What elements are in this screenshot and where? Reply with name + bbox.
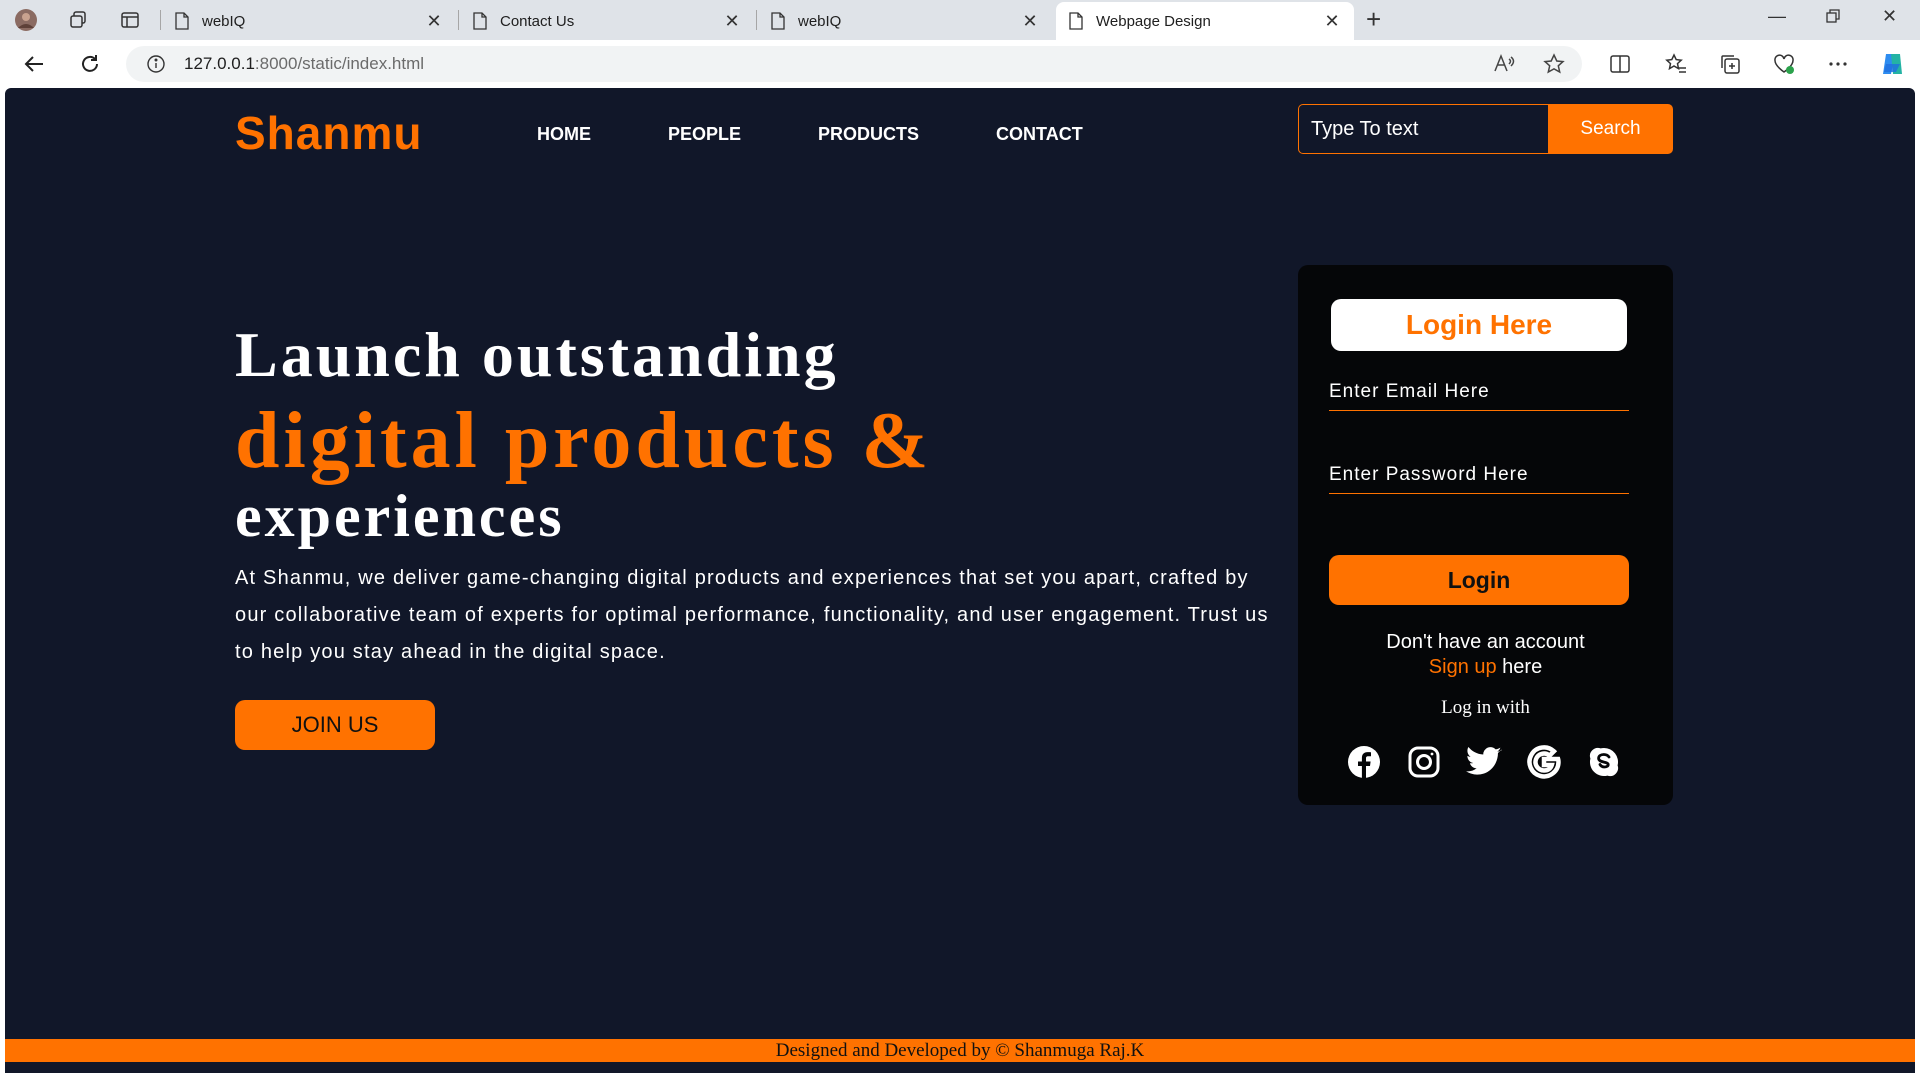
browser-tab-bar: webIQ ✕ Contact Us ✕ webIQ ✕ Webpage Des… — [0, 0, 1920, 40]
search-bar: Search — [1298, 104, 1673, 154]
tab-separator — [160, 10, 161, 30]
main-nav: HOME PEOPLE PRODUCTS CONTACT — [537, 124, 1160, 145]
skype-icon[interactable] — [1586, 744, 1622, 780]
site-footer: Designed and Developed by © Shanmuga Raj… — [5, 1039, 1915, 1062]
browser-essentials-icon[interactable] — [1772, 52, 1796, 76]
nav-products[interactable]: PRODUCTS — [818, 124, 919, 145]
close-tab-icon[interactable]: ✕ — [722, 11, 742, 32]
page-icon — [771, 12, 785, 30]
signup-link[interactable]: Sign up — [1429, 656, 1497, 678]
favorite-star-icon[interactable] — [1542, 52, 1566, 76]
nav-people[interactable]: PEOPLE — [668, 124, 741, 145]
page-icon — [1069, 12, 1083, 30]
search-button[interactable]: Search — [1548, 104, 1673, 154]
page-icon — [473, 12, 487, 30]
hero-heading-line1: Launch outstanding — [235, 319, 839, 390]
address-bar-row: 127.0.0.1:8000/static/index.html — [0, 40, 1920, 88]
favorites-icon[interactable] — [1664, 52, 1688, 76]
login-title: Login Here — [1331, 299, 1627, 351]
close-window-icon[interactable]: ✕ — [1882, 6, 1897, 27]
site-info-icon[interactable] — [146, 54, 166, 74]
nav-contact[interactable]: CONTACT — [996, 124, 1083, 145]
hero-description: At Shanmu, we deliver game-changing digi… — [235, 567, 1269, 663]
profile-avatar-icon[interactable] — [14, 8, 38, 32]
twitter-icon[interactable] — [1466, 744, 1502, 780]
no-account-text: Don't have an account — [1386, 631, 1585, 653]
url-field[interactable]: 127.0.0.1:8000/static/index.html — [126, 46, 1582, 82]
social-login-row — [1346, 744, 1646, 780]
back-icon[interactable] — [22, 52, 46, 76]
tab-title: webIQ — [798, 12, 842, 30]
minimize-icon[interactable]: — — [1768, 6, 1786, 27]
signup-line: Sign up here — [1298, 655, 1673, 680]
tab-actions-icon[interactable] — [118, 8, 142, 32]
email-field[interactable] — [1329, 363, 1629, 411]
google-icon[interactable] — [1526, 744, 1562, 780]
instagram-icon[interactable] — [1406, 744, 1442, 780]
url-path: :8000/static/index.html — [254, 54, 425, 73]
tab-title: Webpage Design — [1096, 12, 1211, 30]
close-tab-icon[interactable]: ✕ — [1322, 11, 1342, 32]
close-tab-icon[interactable]: ✕ — [424, 11, 444, 32]
join-us-button[interactable]: JOIN US — [235, 700, 435, 750]
login-card: Login Here Login Don't have an account S… — [1298, 265, 1673, 805]
tab-separator — [458, 10, 459, 30]
read-aloud-icon[interactable] — [1492, 52, 1516, 76]
browser-tab[interactable]: webIQ ✕ — [162, 2, 456, 40]
tab-title: Contact Us — [500, 12, 575, 30]
site-logo[interactable]: Shanmu — [235, 106, 422, 160]
restore-icon[interactable] — [1825, 8, 1841, 29]
browser-tab[interactable]: Contact Us ✕ — [460, 2, 754, 40]
tab-separator — [756, 10, 757, 30]
refresh-icon[interactable] — [78, 52, 102, 76]
page-viewport: Shanmu HOME PEOPLE PRODUCTS CONTACT Sear… — [5, 88, 1915, 1073]
hero-heading-line3: experiences — [235, 483, 565, 549]
password-field[interactable] — [1329, 446, 1629, 494]
close-tab-icon[interactable]: ✕ — [1020, 11, 1040, 32]
browser-tab-active[interactable]: Webpage Design ✕ — [1056, 2, 1354, 40]
workspaces-icon[interactable] — [66, 8, 90, 32]
new-tab-icon[interactable]: + — [1366, 6, 1381, 32]
footer-bottom-strip — [5, 1062, 1915, 1073]
facebook-icon[interactable] — [1346, 744, 1382, 780]
url-text: 127.0.0.1:8000/static/index.html — [184, 54, 424, 74]
login-button[interactable]: Login — [1329, 555, 1629, 605]
tab-title: webIQ — [202, 12, 246, 30]
browser-tab[interactable]: webIQ ✕ — [758, 2, 1052, 40]
signup-prompt: Don't have an account Sign up here — [1298, 630, 1673, 680]
page-icon — [175, 12, 189, 30]
copilot-icon[interactable] — [1880, 52, 1904, 76]
search-input[interactable] — [1298, 104, 1548, 154]
collections-icon[interactable] — [1718, 52, 1742, 76]
signup-suffix: here — [1496, 656, 1543, 678]
hero-heading-line2: digital products & — [235, 397, 933, 485]
more-options-icon[interactable] — [1826, 52, 1850, 76]
split-screen-icon[interactable] — [1608, 52, 1632, 76]
login-with-label: Log in with — [1441, 697, 1530, 718]
url-host: 127.0.0.1 — [184, 54, 255, 73]
nav-home[interactable]: HOME — [537, 124, 591, 145]
